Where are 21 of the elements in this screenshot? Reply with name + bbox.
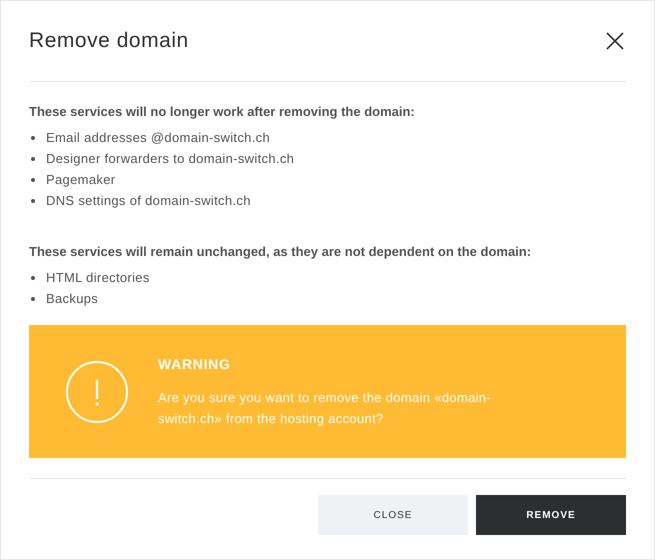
close-icon[interactable]	[605, 31, 625, 51]
dialog-title: Remove domain	[29, 28, 189, 54]
bullet-icon	[31, 136, 35, 140]
service-item: DNS settings of domain-switch.ch	[46, 192, 251, 210]
bullet-icon	[31, 276, 35, 280]
section-heading: These services will no longer work after removing the domain:	[29, 103, 416, 121]
warning-message: Are you sure you want to remove the domain «domain-switch.ch» from the hosting account?	[158, 389, 492, 428]
service-item: Email addresses @domain-switch.ch	[46, 129, 270, 148]
bullet-icon	[31, 296, 35, 300]
section-heading: These services will remain unchanged, as they are not dependent on the domain:	[29, 242, 532, 261]
bullet-icon	[31, 178, 35, 182]
warning-title: WARNING	[158, 355, 232, 374]
close-button[interactable]: CLOSE	[318, 495, 468, 535]
exclamation-icon	[65, 360, 129, 424]
bullet-icon	[31, 157, 35, 161]
service-item: Backups	[46, 290, 98, 308]
remove-button[interactable]: REMOVE	[476, 495, 626, 535]
service-item: HTML directories	[46, 268, 150, 287]
service-item: Pagemaker	[46, 171, 116, 190]
bullet-icon	[31, 199, 35, 203]
service-item: Designer forwarders to domain-switch.ch	[46, 150, 294, 168]
